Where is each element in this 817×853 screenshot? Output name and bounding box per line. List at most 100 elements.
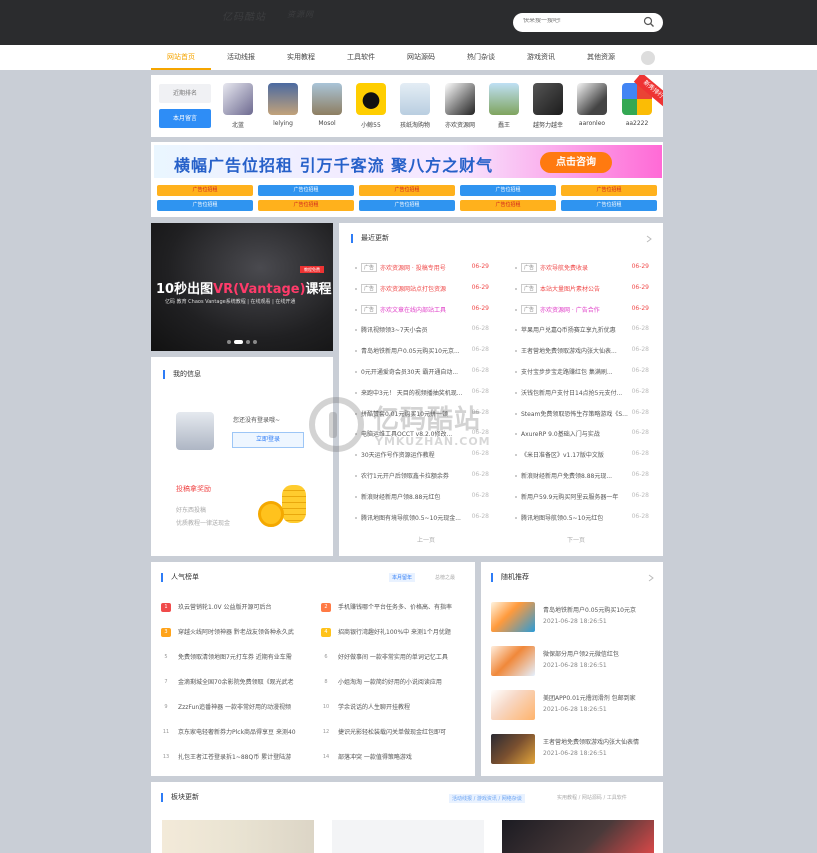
prev-page-button[interactable]: 上一页 [417, 535, 435, 544]
latest-item[interactable]: 王者营地免费领取游戏内张大仙表... 06-28 [511, 346, 649, 360]
popular-item[interactable]: 1 玖云营销轮1.0V 公益版开源可后台 [161, 602, 313, 616]
latest-item[interactable]: 广告 本站大量图片素材公告 06-29 [511, 283, 649, 298]
nav-home[interactable]: 网站首页 [151, 45, 211, 70]
popular-item[interactable]: 10 学余说话的人生聊开挂教程 [321, 702, 473, 716]
popular-item[interactable]: 14 部落冲突 一款值得策略游戏 [321, 752, 473, 766]
search-input[interactable] [523, 18, 633, 24]
random-thumb[interactable] [491, 602, 535, 632]
popular-item[interactable]: 2 手机赚钱哪个平台任务多、价格高、有指率 [321, 602, 473, 616]
latest-item-text-wrap: 支付宝步步宝走路赚红包 集满刷... [521, 367, 613, 376]
latest-item[interactable]: 苹果用户兑嘉Q币扬赛立享九折优惠 06-28 [511, 325, 649, 339]
ad-slot[interactable]: 广告位招租 [460, 200, 556, 211]
popular-item[interactable]: 13 扎包王者江苍登录拆1~88Q币 累计登陆游 [161, 752, 313, 766]
carousel-dot[interactable] [246, 340, 250, 344]
latest-item[interactable]: 沃钱包新用户支付日14点抢5元支付... 06-28 [511, 388, 649, 402]
popular-item[interactable]: 5 免费领取清领地图7元打车券 近期有业车需 [161, 652, 313, 666]
ad-slot[interactable]: 广告位招租 [359, 200, 455, 211]
popular-item[interactable]: 4 招商银行湾趣好礼100%中 来测1个月优题 [321, 627, 473, 641]
nav-other[interactable]: 其他资源 [571, 45, 631, 70]
random-item-title[interactable]: 王者营地免费领取游戏内张大仙表情 [543, 737, 639, 746]
latest-item[interactable]: 广告 亦欢资源网站点打包资源 06-29 [351, 283, 489, 298]
next-page-button[interactable]: 下一页 [567, 535, 585, 544]
ad-slot[interactable]: 广告位招租 [561, 200, 657, 211]
latest-item[interactable]: 腾讯地图导航领0.5~10元红包 06-28 [511, 513, 649, 527]
latest-item[interactable]: 广告 亦欢资源网 · 广告合作 06-29 [511, 304, 649, 319]
user-avatar-icon[interactable] [641, 51, 655, 65]
block-thumb[interactable] [162, 820, 314, 853]
chevron-right-icon[interactable] [645, 235, 653, 243]
user-item[interactable]: aaronleo [572, 83, 612, 127]
latest-item[interactable]: 新浪财经新用户领8.88元红包 06-28 [351, 492, 489, 506]
search-icon[interactable] [643, 16, 655, 28]
chevron-right-icon[interactable] [647, 574, 655, 582]
latest-item[interactable]: 腾讯视频领3~7天小会员 06-28 [351, 325, 489, 339]
latest-item[interactable]: 支付宝步步宝走路赚红包 集满刷... 06-28 [511, 367, 649, 381]
nav-activity[interactable]: 活动线报 [211, 45, 271, 70]
ad-slot[interactable]: 广告位招租 [258, 200, 354, 211]
ad-slot[interactable]: 广告位招租 [157, 185, 253, 196]
banner-ad[interactable]: 横幅广告位招租 引万千客流 聚八方之财气 点击咨询 [154, 145, 662, 178]
popular-item[interactable]: 9 ZzzFun追番神器 一款非常好用的动漫视频 [161, 702, 313, 716]
latest-item-title: 来跑中3元！ 天目的视频播抽奖机现... [361, 389, 463, 397]
latest-item[interactable]: 广告 亦欢导航免费收录 06-29 [511, 263, 649, 277]
latest-item[interactable]: 0元开通爱奇会员30天 霸开通自动... 06-28 [351, 367, 489, 381]
popular-item[interactable]: 8 小姐淘淘 一款简约好用的小说阅读应用 [321, 677, 473, 691]
user-item[interactable]: 孩纸淘购物 [395, 83, 435, 129]
banner-button[interactable]: 点击咨询 [540, 152, 612, 173]
user-item[interactable]: 蠢王 [484, 83, 524, 129]
carousel[interactable]: 教程免费 10秒出图VR(Vantage)课程 亿码 教育 Chaos Vant… [151, 223, 333, 351]
latest-item[interactable]: 农行1元开户后领取鑫卡拉额余券 06-28 [351, 471, 489, 485]
random-item-title[interactable]: 美团APP0.01元撸润滑剂 包邮到家 [543, 693, 636, 702]
user-item[interactable]: Mosol [307, 83, 347, 127]
popular-item[interactable]: 3 穿越火线阿时领神器 黔老战友领各种永久武 [161, 627, 313, 641]
nav-source[interactable]: 网站源码 [391, 45, 451, 70]
user-item[interactable]: 北蓝 [218, 83, 258, 129]
tab-month-rank[interactable]: 本月留言 [159, 109, 211, 128]
user-item[interactable]: 越努力越幸 [528, 83, 568, 129]
bullet-icon [515, 412, 517, 415]
latest-item[interactable]: 新用户59.9元购买阿里云服务器一年 06-28 [511, 492, 649, 506]
popular-item[interactable]: 6 好好做事间 一款非常实用的单词记忆工具 [321, 652, 473, 666]
block-thumb[interactable] [502, 820, 654, 853]
user-item[interactable]: lelying [263, 83, 303, 127]
latest-item[interactable]: 《米日准备区》v1.17版中文版 06-28 [511, 450, 649, 464]
random-thumb[interactable] [491, 690, 535, 720]
ad-slot[interactable]: 广告位招租 [460, 185, 556, 196]
random-thumb[interactable] [491, 646, 535, 676]
latest-item[interactable]: 广告 亦欢文章在线内部站工具 06-29 [351, 304, 489, 319]
popular-item[interactable]: 11 京东家电轻奢新券力Plck商品得享豆 来测40 [161, 727, 313, 741]
nav-talk[interactable]: 热门杂谈 [451, 45, 511, 70]
carousel-dot[interactable] [253, 340, 257, 344]
popular-tab-month[interactable]: 本月留年 [389, 573, 416, 582]
nav-tools[interactable]: 工具软件 [331, 45, 391, 70]
login-button[interactable]: 立即登录 [232, 432, 304, 448]
latest-item[interactable]: AxureRP 9.0基础入门与实战 06-28 [511, 429, 649, 443]
blocks-tabs-a[interactable]: 活动线报 / 游戏资讯 / 网络杂谈 [449, 794, 525, 803]
ad-slot[interactable]: 广告位招租 [359, 185, 455, 196]
site-logo[interactable]: 亿码酷站 资源网 [222, 8, 332, 32]
nav-tutorials[interactable]: 实用教程 [271, 45, 331, 70]
user-item[interactable]: 亦欢资源网 [440, 83, 480, 129]
ad-slot[interactable]: 广告位招租 [258, 185, 354, 196]
latest-item[interactable]: 广告 亦欢资源网 · 投稿专用号 06-29 [351, 263, 489, 277]
ad-slot[interactable]: 广告位招租 [157, 200, 253, 211]
user-item[interactable]: 小鲸55 [351, 83, 391, 129]
latest-item[interactable]: 新浪财经新用户免费领8.88元现... 06-28 [511, 471, 649, 485]
latest-item[interactable]: 青岛地铁新用户0.05元购买10元京... 06-28 [351, 346, 489, 360]
random-item-title[interactable]: 青岛地铁新用户0.05元购买10元京 [543, 605, 636, 614]
random-thumb[interactable] [491, 734, 535, 764]
latest-item[interactable]: Steam免费领取恐怖生存策略游戏《S... 06-28 [511, 409, 649, 423]
latest-item[interactable]: 腾讯地图有境导航领0.5~10元现金... 06-28 [351, 513, 489, 527]
carousel-dot-active[interactable] [234, 340, 243, 344]
random-item-title[interactable]: 微保部分用户领2元微信红包 [543, 649, 619, 658]
nav-games[interactable]: 游戏资讯 [511, 45, 571, 70]
ad-slot[interactable]: 广告位招租 [561, 185, 657, 196]
blocks-tabs-b[interactable]: 实用教程 / 网站源码 / 工具软件 [557, 794, 627, 801]
carousel-dot[interactable] [227, 340, 231, 344]
reward-title[interactable]: 投稿拿奖励 [176, 484, 211, 494]
tab-recent-rank[interactable]: 近期排名 [159, 84, 211, 103]
popular-item[interactable]: 7 金滴剩城全国70余影院免费领取《观光武老 [161, 677, 313, 691]
popular-tab-all[interactable]: 总榜之最 [435, 574, 455, 581]
popular-item[interactable]: 12 捷识光影轻松装载闪关单做现金红包即可 [321, 727, 473, 741]
block-thumb[interactable] [332, 820, 484, 853]
